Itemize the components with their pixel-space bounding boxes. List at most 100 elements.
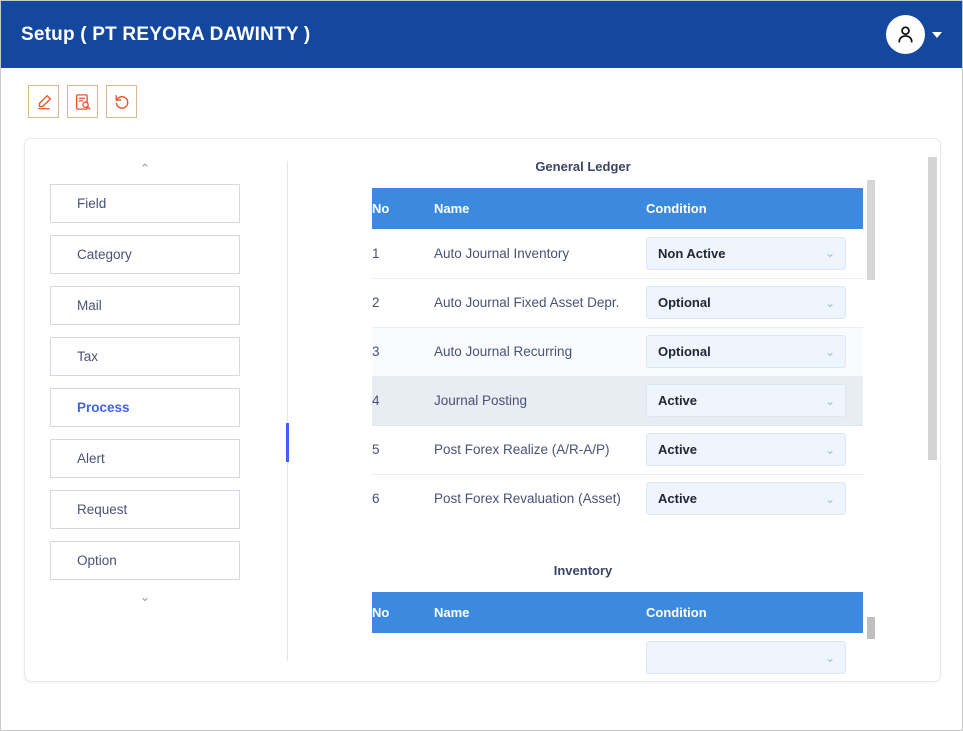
sidebar-item-tax[interactable]: Tax [50, 337, 240, 376]
cell-no: 3 [372, 327, 434, 377]
chevron-down-icon: ⌄ [824, 442, 835, 457]
cell-condition: ⌄ [646, 633, 863, 681]
sidebar-scroll-down[interactable]: ⌄ [25, 586, 265, 608]
sidebar-item-field[interactable]: Field [50, 184, 240, 223]
table-row[interactable]: 1 Auto Journal Inventory Non Active ⌄ [372, 229, 863, 279]
section-title-general-ledger: General Ledger [535, 159, 631, 174]
avatar[interactable] [886, 15, 925, 54]
cell-condition: Active ⌄ [646, 425, 863, 475]
chevron-down-icon: ⌄ [139, 589, 151, 605]
cell-name: Post Forex Realize (A/R-A/P) [434, 425, 646, 475]
table-inner-scrollbar-thumb[interactable] [867, 180, 875, 280]
pencil-edit-icon [37, 94, 51, 109]
sidebar-item-label: Category [77, 247, 132, 262]
sidebar: ⌃ Field Category Mail Tax Process Alert … [25, 139, 265, 681]
refresh-button[interactable] [106, 85, 137, 118]
sidebar-item-label: Process [77, 400, 130, 415]
sidebar-item-label: Request [77, 502, 128, 517]
cell-name: Auto Journal Fixed Asset Depr. [434, 278, 646, 328]
column-header-no: No [372, 592, 434, 633]
chevron-down-icon: ⌄ [824, 650, 835, 665]
column-header-condition: Condition [646, 188, 863, 229]
cell-condition: Active ⌄ [646, 474, 863, 523]
inventory-table: No Name Condition ⌄ [372, 592, 863, 681]
table-header-row: No Name Condition [372, 592, 863, 633]
header-user-menu[interactable] [886, 15, 942, 54]
sidebar-item-mail[interactable]: Mail [50, 286, 240, 325]
sidebar-item-option[interactable]: Option [50, 541, 240, 580]
inventory-table-wrap: No Name Condition ⌄ [372, 592, 867, 681]
toolbar [28, 85, 137, 118]
sidebar-item-label: Mail [77, 298, 102, 313]
table-row[interactable]: 5 Post Forex Realize (A/R-A/P) Active ⌄ [372, 425, 863, 475]
cell-name: Auto Journal Recurring [434, 327, 646, 377]
cell-no: 5 [372, 425, 434, 475]
page-title: Setup ( PT REYORA DAWINTY ) [21, 23, 311, 45]
condition-select[interactable]: Active ⌄ [646, 482, 846, 516]
user-person-icon [898, 26, 913, 43]
sidebar-scroll-up[interactable]: ⌃ [25, 158, 265, 180]
caret-down-icon[interactable] [932, 31, 942, 38]
column-header-name: Name [434, 592, 646, 633]
section-title-inventory: Inventory [553, 563, 613, 578]
sidebar-item-label: Alert [77, 451, 105, 466]
cell-condition: Non Active ⌄ [646, 229, 863, 279]
main-card: ⌃ Field Category Mail Tax Process Alert … [24, 138, 941, 682]
chevron-down-icon: ⌄ [824, 295, 835, 310]
table-row[interactable]: 3 Auto Journal Recurring Optional ⌄ [372, 327, 863, 377]
cell-condition: Active ⌄ [646, 376, 863, 426]
table-row[interactable]: ⌄ [372, 633, 863, 681]
edit-button[interactable] [28, 85, 59, 118]
cell-no: 2 [372, 278, 434, 328]
view-button[interactable] [67, 85, 98, 118]
sidebar-item-label: Option [77, 553, 117, 568]
cell-name: Post Forex Revaluation (Asset) [434, 474, 646, 523]
chevron-down-icon: ⌄ [824, 344, 835, 359]
condition-select[interactable]: Optional ⌄ [646, 335, 846, 368]
cell-condition: Optional ⌄ [646, 327, 863, 377]
table-inner-scrollbar-thumb-2[interactable] [867, 617, 875, 639]
sidebar-nav-list: Field Category Mail Tax Process Alert Re… [25, 184, 265, 580]
refresh-undo-icon [114, 94, 128, 109]
condition-select-value: Optional [658, 344, 711, 359]
general-ledger-table: No Name Condition 1 Auto Journal Invento… [372, 188, 863, 523]
condition-select-value: Optional [658, 295, 711, 310]
app-header: Setup ( PT REYORA DAWINTY ) [1, 1, 962, 68]
cell-no [372, 633, 434, 681]
condition-select-value: Active [658, 491, 698, 507]
sidebar-item-alert[interactable]: Alert [50, 439, 240, 478]
setup-page: Setup ( PT REYORA DAWINTY ) ⌃ Field Cate… [0, 0, 963, 731]
cell-name: Journal Posting [434, 376, 646, 426]
table-row[interactable]: 2 Auto Journal Fixed Asset Depr. Optiona… [372, 278, 863, 328]
sidebar-item-label: Tax [77, 349, 99, 364]
sidebar-item-process[interactable]: Process [50, 388, 240, 427]
column-header-name: Name [434, 188, 646, 229]
sidebar-item-category[interactable]: Category [50, 235, 240, 274]
sidebar-item-request[interactable]: Request [50, 490, 240, 529]
chevron-down-icon: ⌄ [824, 491, 835, 506]
column-header-condition: Condition [646, 592, 863, 633]
condition-select-value: Active [658, 393, 698, 408]
document-search-icon [75, 93, 90, 110]
condition-select[interactable]: Active ⌄ [646, 433, 846, 466]
cell-name [434, 633, 646, 681]
column-header-no: No [372, 188, 434, 229]
cell-no: 6 [372, 474, 434, 523]
condition-select[interactable]: Non Active ⌄ [646, 236, 846, 270]
condition-select[interactable]: Active ⌄ [646, 384, 846, 417]
chevron-down-icon: ⌄ [824, 246, 835, 261]
table-header-row: No Name Condition [372, 188, 863, 229]
cell-name: Auto Journal Inventory [434, 229, 646, 279]
table-row[interactable]: 6 Post Forex Revaluation (Asset) Active … [372, 474, 863, 523]
chevron-up-icon: ⌃ [139, 161, 151, 177]
cell-condition: Optional ⌄ [646, 278, 863, 328]
condition-select[interactable]: Optional ⌄ [646, 286, 846, 319]
condition-select[interactable]: ⌄ [646, 641, 846, 674]
cell-no: 4 [372, 376, 434, 426]
sidebar-item-label: Field [77, 196, 107, 211]
content-pane: General Ledger No Name Condition 1 Auto … [288, 139, 940, 681]
cell-no: 1 [372, 229, 434, 279]
table-row[interactable]: 4 Journal Posting Active ⌄ [372, 376, 863, 426]
content-scrollbar-thumb[interactable] [928, 157, 937, 460]
